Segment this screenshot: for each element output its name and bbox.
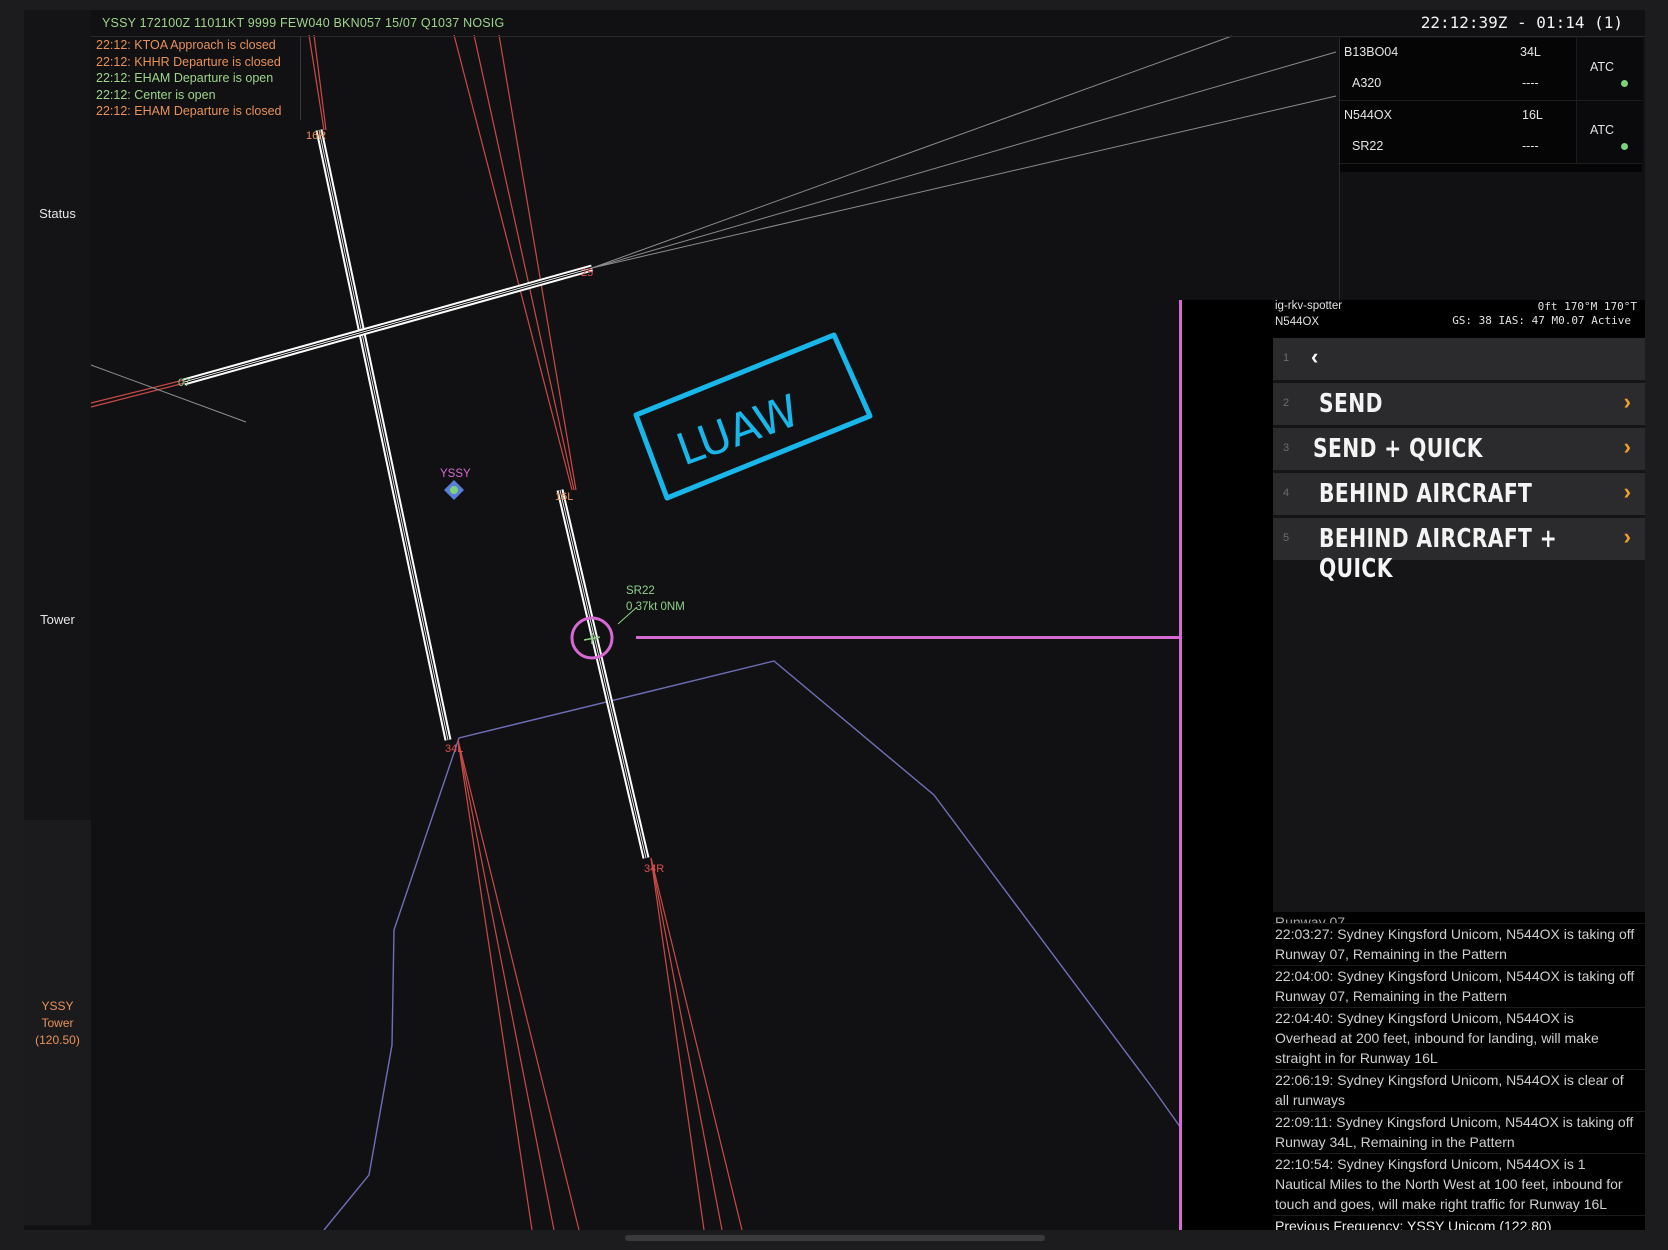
menu-number: 4 bbox=[1283, 487, 1290, 499]
menu-item-send-quick[interactable]: 3 SEND + QUICK › bbox=[1273, 428, 1645, 470]
luaw-text: LUAW bbox=[670, 385, 806, 476]
panel-callsign: N544OX bbox=[1275, 316, 1320, 328]
log-entry: 22:04:00: Sydney Kingsford Unicom, N544O… bbox=[1273, 966, 1645, 1008]
strip-info: ---- bbox=[1522, 76, 1539, 90]
runway-label-16L: 16L bbox=[555, 491, 573, 503]
command-menu: 1 ‹ 2 SEND › 3 SEND + QUICK › 4 BEHIND A… bbox=[1273, 338, 1645, 912]
strip-status-dot bbox=[1621, 80, 1628, 87]
clock: 22:12:39Z - 01:14 (1) bbox=[1420, 13, 1623, 32]
log-entry: 22:09:11: Sydney Kingsford Unicom, N544O… bbox=[1273, 1112, 1645, 1154]
chevron-right-icon: › bbox=[1623, 479, 1631, 504]
log-entry: 22:06:19: Sydney Kingsford Unicom, N544O… bbox=[1273, 1070, 1645, 1112]
panel-altitude-heading: 0ft 170°M 170°T bbox=[1537, 300, 1637, 313]
status-button[interactable]: Status bbox=[24, 206, 91, 221]
menu-label: SEND + QUICK bbox=[1313, 434, 1483, 464]
panel-user: ig-rkv-spotter bbox=[1275, 300, 1343, 312]
log-entry: Runway 07 bbox=[1273, 912, 1645, 924]
metar-text: YSSY 172100Z 11011KT 9999 FEW040 BKN057 … bbox=[102, 16, 505, 30]
event-item: 22:12: KTOA Approach is closed bbox=[96, 38, 276, 52]
flight-strip[interactable]: B13BO04 34L A320 ---- ATC bbox=[1340, 38, 1643, 101]
event-item: 22:12: Center is open bbox=[96, 87, 216, 102]
strip-atc-label: ATC bbox=[1590, 123, 1615, 137]
frequency-value[interactable]: (120.50) bbox=[24, 1032, 91, 1049]
strip-type: A320 bbox=[1352, 76, 1382, 90]
menu-item-behind-aircraft-quick[interactable]: 5 BEHIND AIRCRAFT + QUICK › bbox=[1273, 518, 1645, 584]
event-item: 22:12: EHAM Departure is closed bbox=[96, 104, 282, 118]
strip-runway: 34L bbox=[1520, 45, 1541, 59]
aircraft-panel-header: ig-rkv-spotter N544OX 0ft 170°M 170°T GS… bbox=[1273, 300, 1645, 334]
log-entry: 22:04:40: Sydney Kingsford Unicom, N544O… bbox=[1273, 1008, 1645, 1070]
radio-log[interactable]: Runway 07 22:03:27: Sydney Kingsford Uni… bbox=[1273, 912, 1645, 1230]
runway-label-16R: 16R bbox=[306, 130, 326, 142]
menu-number: 1 bbox=[1283, 352, 1290, 364]
airport-icon[interactable] bbox=[444, 480, 464, 500]
menu-label: BEHIND AIRCRAFT bbox=[1319, 479, 1533, 509]
menu-back-item[interactable]: 1 ‹ bbox=[1273, 338, 1645, 380]
aircraft-info-label: 0 37kt 0NM bbox=[626, 601, 685, 613]
approach-lines bbox=[90, 34, 743, 1230]
selection-leader-line bbox=[636, 636, 1181, 639]
runway-label-07: 07 bbox=[178, 377, 190, 389]
luaw-annotation: LUAW bbox=[633, 332, 873, 501]
menu-label: BEHIND AIRCRAFT + QUICK bbox=[1319, 524, 1558, 584]
flight-strips: B13BO04 34L A320 ---- ATC N544OX 16L SR2… bbox=[1340, 38, 1643, 172]
runway-16R-34L bbox=[315, 129, 452, 741]
radar-screen: 16R 25 07 16L 34L 34R YSSY SR22 0 37kt 0… bbox=[24, 10, 1645, 1230]
chevron-right-icon: › bbox=[1623, 389, 1631, 414]
menu-item-behind-aircraft[interactable]: 4 BEHIND AIRCRAFT › bbox=[1273, 473, 1645, 515]
strip-callsign: N544OX bbox=[1344, 108, 1392, 122]
header-divider bbox=[91, 36, 1645, 37]
runway-label-34R: 34R bbox=[644, 863, 664, 875]
menu-number: 2 bbox=[1283, 397, 1290, 409]
strip-atc-label: ATC bbox=[1590, 60, 1615, 74]
chevron-right-icon: › bbox=[1623, 434, 1631, 459]
event-item: 22:12: EHAM Departure is open bbox=[96, 71, 274, 85]
sidebar: Status Tower YSSY Tower (120.50) bbox=[24, 10, 91, 1225]
runway-label-25: 25 bbox=[581, 267, 593, 279]
runway-16L-34R bbox=[556, 489, 650, 859]
frequency-airport[interactable]: YSSY bbox=[24, 998, 91, 1015]
strip-info: ---- bbox=[1522, 139, 1539, 153]
aircraft-type-label[interactable]: SR22 bbox=[626, 585, 655, 597]
chevron-right-icon: › bbox=[1623, 524, 1631, 549]
home-indicator[interactable] bbox=[625, 1235, 1045, 1241]
strip-callsign: B13BO04 bbox=[1344, 45, 1399, 59]
previous-frequency: Previous Frequency: YSSY Unicom (122.80) bbox=[1273, 1216, 1645, 1230]
airport-label: YSSY bbox=[440, 468, 471, 480]
panel-speeds: GS: 38 IAS: 47 M0.07 Active bbox=[1452, 314, 1631, 327]
runway-label-34L: 34L bbox=[445, 743, 463, 755]
frequency-facility[interactable]: Tower bbox=[24, 1015, 91, 1032]
menu-number: 3 bbox=[1283, 442, 1290, 454]
event-item: 22:12: KHHR Departure is closed bbox=[96, 54, 281, 69]
log-entry: 22:03:27: Sydney Kingsford Unicom, N544O… bbox=[1273, 924, 1645, 966]
strip-type: SR22 bbox=[1352, 139, 1384, 153]
log-entry: 22:10:54: Sydney Kingsford Unicom, N544O… bbox=[1273, 1154, 1645, 1216]
menu-item-send[interactable]: 2 SEND › bbox=[1273, 383, 1645, 425]
menu-number: 5 bbox=[1283, 532, 1290, 544]
strip-status-dot bbox=[1621, 143, 1628, 150]
tower-button[interactable]: Tower bbox=[24, 612, 91, 627]
runway-07-25 bbox=[183, 264, 593, 386]
flight-strip[interactable]: N544OX 16L SR22 ---- ATC bbox=[1340, 101, 1643, 164]
menu-label: SEND bbox=[1319, 389, 1383, 419]
frequency-panel: YSSY Tower (120.50) bbox=[24, 820, 91, 1225]
event-log: 22:12: KTOA Approach is closed 22:12: KH… bbox=[92, 37, 301, 120]
strip-runway: 16L bbox=[1522, 108, 1543, 122]
aircraft-panel: ig-rkv-spotter N544OX 0ft 170°M 170°T GS… bbox=[1182, 300, 1645, 1230]
back-chevron-icon[interactable]: ‹ bbox=[1311, 344, 1318, 370]
